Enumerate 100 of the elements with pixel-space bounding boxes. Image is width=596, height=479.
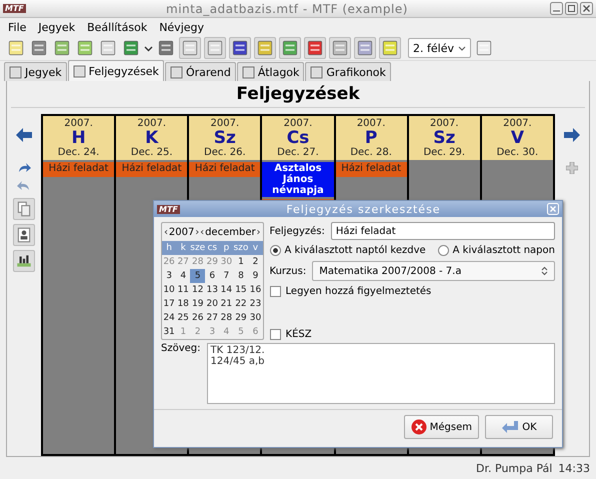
menu-item[interactable]: File bbox=[8, 20, 26, 34]
day-header[interactable]: 2007. Cs Dec. 27. bbox=[262, 116, 334, 160]
year-label: 2007. bbox=[503, 118, 532, 129]
tab[interactable]: Feljegyzések bbox=[68, 60, 164, 81]
year-value: 2007 bbox=[168, 226, 194, 238]
date-cell[interactable]: 12 bbox=[190, 283, 206, 297]
date-label: Dec. 26. bbox=[204, 147, 246, 158]
arrow-right-icon[interactable] bbox=[564, 128, 580, 142]
date-label: Dec. 28. bbox=[350, 147, 392, 158]
tab-icon bbox=[242, 66, 255, 78]
app-logo: MTF bbox=[3, 4, 26, 13]
day-header[interactable]: 2007. P Dec. 28. bbox=[336, 116, 407, 160]
date-cell[interactable]: 24 bbox=[162, 311, 176, 325]
tab-icon bbox=[170, 66, 183, 78]
date-cell[interactable]: 9 bbox=[248, 269, 263, 283]
weekday-label: P bbox=[364, 129, 378, 147]
semester-dropdown[interactable]: 2. félév bbox=[408, 38, 471, 58]
tab[interactable]: Átlagok bbox=[236, 62, 304, 81]
weekday-label: V bbox=[510, 129, 524, 147]
date-picker[interactable]: ‹2007›‹december› h k sze cs p szo v 26 27 28 29 30 1 2 3 4 5 6 7 8 9 10 11 12 13 14 15 16 17 18 19 20 21 22 23 24 25 26 27 28 29 30 31 1 2 3 4 5 6 bbox=[161, 222, 264, 340]
weekday-heading: p bbox=[219, 241, 234, 255]
next-year-button[interactable]: › bbox=[195, 226, 200, 238]
course-dropdown[interactable]: Matematika 2007/2008 - 7.a bbox=[312, 261, 555, 281]
field-label: Szöveg: bbox=[161, 343, 201, 356]
date-cell[interactable]: 16 bbox=[248, 283, 263, 297]
tab[interactable]: Órarend bbox=[164, 62, 236, 81]
tab[interactable]: Grafikonok bbox=[305, 62, 391, 81]
calendar-event[interactable]: Házi feladat bbox=[43, 162, 114, 177]
date-cell[interactable]: 19 bbox=[190, 297, 206, 311]
checkbox-option[interactable]: KÉSZ bbox=[270, 329, 555, 340]
tab[interactable]: Jegyek bbox=[4, 62, 67, 81]
date-cell[interactable]: 26 bbox=[190, 311, 206, 325]
text-area[interactable]: TK 123/12. 124/45 a,b bbox=[206, 343, 555, 404]
field-label: Feljegyzés: bbox=[270, 226, 325, 236]
menu-item[interactable]: Névjegy bbox=[159, 20, 204, 34]
tab-icon bbox=[72, 64, 86, 78]
date-cell[interactable]: 22 bbox=[233, 297, 248, 311]
date-cell[interactable]: 10 bbox=[162, 283, 176, 297]
previous-year-button[interactable]: ‹ bbox=[164, 226, 168, 238]
radio-option[interactable]: A kiválasztott napon bbox=[438, 245, 555, 256]
arrow-left-icon[interactable] bbox=[16, 128, 32, 142]
date-cell[interactable]: 29 bbox=[233, 311, 248, 325]
date-cell[interactable]: 30 bbox=[248, 311, 263, 325]
date-cell[interactable]: 15 bbox=[233, 283, 248, 297]
day-header[interactable]: 2007. V Dec. 30. bbox=[482, 116, 553, 160]
day-header[interactable]: 2007. Sz Dec. 29. bbox=[408, 116, 480, 160]
checkbox-option[interactable]: Legyen hozzá figyelmeztetés bbox=[270, 286, 555, 297]
close-icon[interactable] bbox=[580, 2, 593, 15]
menu-item[interactable]: Beállítások bbox=[87, 20, 148, 34]
date-cell[interactable]: 23 bbox=[248, 297, 263, 311]
date-cell[interactable]: 4 bbox=[176, 269, 190, 283]
month-value: december bbox=[205, 226, 256, 238]
calendar-event[interactable]: Házi feladat bbox=[116, 162, 188, 177]
enter-icon bbox=[501, 420, 520, 434]
date-cell[interactable]: 31 bbox=[162, 325, 176, 339]
date-cell[interactable]: 25 bbox=[176, 311, 190, 325]
date-cell[interactable]: 7 bbox=[219, 269, 234, 283]
date-label: Dec. 29. bbox=[423, 147, 466, 158]
radio-option[interactable]: A kiválasztott naptól kezdve bbox=[270, 245, 426, 256]
date-cell[interactable]: 27 bbox=[205, 311, 220, 325]
note-field[interactable]: Házi feladat bbox=[330, 222, 555, 240]
caret-icon[interactable] bbox=[144, 44, 153, 52]
clock-time: 14:33 bbox=[558, 462, 590, 474]
date-cell[interactable]: 17 bbox=[162, 297, 176, 311]
date-cell[interactable]: 20 bbox=[205, 297, 220, 311]
maximize-icon[interactable] bbox=[565, 2, 578, 15]
spinner-icon bbox=[541, 266, 548, 276]
year-label: 2007. bbox=[137, 118, 166, 129]
minimize-icon[interactable] bbox=[550, 2, 563, 15]
date-cell[interactable]: 18 bbox=[176, 297, 190, 311]
cancel-button[interactable]: Mégsem bbox=[404, 415, 479, 439]
date-cell[interactable]: 14 bbox=[219, 283, 234, 297]
date-cell[interactable]: 28 bbox=[219, 311, 234, 325]
previous-month-button[interactable]: ‹ bbox=[200, 226, 204, 238]
day-header[interactable]: 2007. H Dec. 24. bbox=[43, 116, 114, 160]
date-cell[interactable]: 6 bbox=[205, 269, 220, 283]
copy-icon[interactable] bbox=[13, 198, 35, 220]
chart-icon[interactable] bbox=[13, 250, 35, 272]
date-cell[interactable]: 1 bbox=[233, 255, 248, 269]
date-cell[interactable]: 11 bbox=[176, 283, 190, 297]
day-header[interactable]: 2007. Sz Dec. 26. bbox=[189, 116, 260, 160]
date-cell[interactable]: 13 bbox=[205, 283, 220, 297]
date-cell[interactable]: 8 bbox=[233, 269, 248, 283]
date-cell[interactable]: 5 bbox=[190, 269, 206, 283]
calendar-event[interactable]: Asztalos János névnapja bbox=[262, 162, 334, 197]
weekday-heading: k bbox=[176, 241, 190, 255]
next-month-button[interactable]: › bbox=[256, 226, 260, 238]
person-icon[interactable] bbox=[13, 224, 35, 246]
weekday-heading: h bbox=[162, 241, 176, 255]
year-label: 2007. bbox=[356, 118, 386, 129]
date-label: Dec. 27. bbox=[277, 147, 319, 158]
year-label: 2007. bbox=[210, 118, 240, 129]
date-cell[interactable]: 2 bbox=[248, 255, 263, 269]
day-header[interactable]: 2007. K Dec. 25. bbox=[116, 116, 188, 160]
date-cell[interactable]: 21 bbox=[219, 297, 234, 311]
calendar-event[interactable]: Házi feladat bbox=[336, 162, 407, 177]
menu-item[interactable]: Jegyek bbox=[38, 20, 76, 34]
ok-button[interactable]: OK bbox=[485, 415, 553, 439]
date-cell[interactable]: 3 bbox=[162, 269, 176, 283]
calendar-event[interactable]: Házi feladat bbox=[189, 162, 260, 177]
